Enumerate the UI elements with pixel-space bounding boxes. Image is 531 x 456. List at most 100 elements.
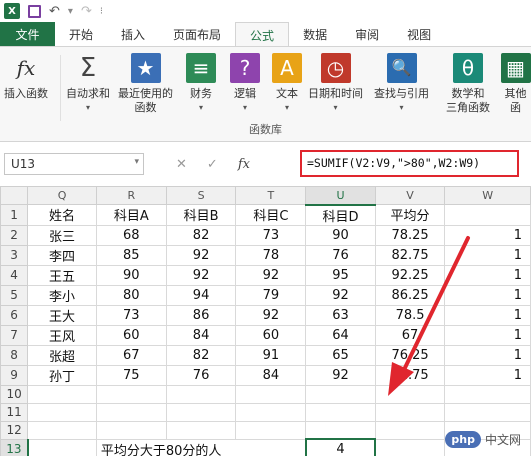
cell-q12[interactable] [27, 420, 97, 440]
row-header-13[interactable]: 13 [0, 438, 29, 456]
cell-s9[interactable]: 76 [165, 364, 237, 386]
cell-r11[interactable] [95, 402, 167, 422]
cell-v9[interactable]: 81.75 [374, 364, 446, 386]
more-functions-button[interactable]: ▦ 其他函 [500, 53, 531, 115]
cell-u13[interactable]: 4 [304, 438, 377, 456]
cell-u8[interactable]: 65 [305, 344, 376, 366]
cell-v11[interactable] [374, 402, 446, 422]
cell-t6[interactable]: 92 [235, 304, 307, 326]
cell-q1[interactable]: 姓名 [27, 204, 97, 226]
cell-t7[interactable]: 60 [235, 324, 307, 346]
row-header-4[interactable]: 4 [0, 264, 29, 286]
column-header-q[interactable]: Q [27, 186, 97, 205]
cell-r8[interactable]: 67 [95, 344, 167, 366]
cell-t5[interactable]: 79 [235, 284, 307, 306]
formula-input[interactable]: =SUMIF(V2:V9,">80",W2:W9) [300, 150, 519, 177]
cell-v1[interactable]: 平均分 [374, 204, 446, 226]
cell-r9[interactable]: 75 [95, 364, 167, 386]
cell-u7[interactable]: 64 [305, 324, 376, 346]
cell-t1[interactable]: 科目C [235, 204, 307, 226]
cell-s8[interactable]: 82 [165, 344, 237, 366]
tab-formulas[interactable]: 公式 [235, 22, 290, 47]
cell-u2[interactable]: 90 [305, 224, 376, 246]
cell-s12[interactable] [165, 420, 237, 440]
cell-v2[interactable]: 78.25 [374, 224, 446, 246]
undo-icon[interactable]: ↶ [49, 4, 60, 19]
column-header-u[interactable]: U [305, 186, 376, 206]
column-header-s[interactable]: S [165, 186, 237, 205]
tab-review[interactable]: 审阅 [341, 22, 393, 46]
cell-r6[interactable]: 73 [95, 304, 167, 326]
cell-r7[interactable]: 60 [95, 324, 167, 346]
cell-q4[interactable]: 王五 [27, 264, 97, 286]
chevron-down-icon[interactable]: ▾ [134, 157, 139, 167]
cell-s4[interactable]: 92 [165, 264, 237, 286]
text-button[interactable]: A 文本 ▾ [272, 53, 302, 115]
cell-w5[interactable]: 1 [444, 284, 531, 306]
tab-file[interactable]: 文件 [0, 22, 55, 46]
row-header-2[interactable]: 2 [0, 224, 29, 246]
cell-t11[interactable] [235, 402, 307, 422]
cell-s10[interactable] [165, 384, 237, 404]
column-header-v[interactable]: V [374, 186, 446, 205]
cell-t2[interactable]: 73 [235, 224, 307, 246]
cell-s6[interactable]: 86 [165, 304, 237, 326]
cell-w2[interactable]: 1 [444, 224, 531, 246]
row-header-6[interactable]: 6 [0, 304, 29, 326]
cell-u11[interactable] [305, 402, 376, 422]
cell-u3[interactable]: 76 [305, 244, 376, 266]
cell-w10[interactable] [444, 384, 531, 404]
cell-v8[interactable]: 76.25 [374, 344, 446, 366]
recent-functions-button[interactable]: ★ 最近使用的 函数 [118, 53, 173, 115]
cell-w3[interactable]: 1 [444, 244, 531, 266]
cell-w8[interactable]: 1 [444, 344, 531, 366]
row-header-12[interactable]: 12 [0, 420, 29, 440]
tab-insert[interactable]: 插入 [107, 22, 159, 46]
cell-v10[interactable] [374, 384, 446, 404]
cell-t4[interactable]: 92 [235, 264, 307, 286]
undo-dropdown-icon[interactable]: ▾ [68, 6, 73, 17]
redo-icon[interactable]: ↷ [81, 4, 92, 19]
cancel-icon[interactable]: ✕ [176, 157, 187, 172]
column-header-w[interactable]: W [444, 186, 531, 205]
row-header-8[interactable]: 8 [0, 344, 29, 366]
save-icon[interactable] [28, 4, 41, 18]
cell-r1[interactable]: 科目A [95, 204, 167, 226]
row-header-3[interactable]: 3 [0, 244, 29, 266]
cell-r12[interactable] [95, 420, 167, 440]
cell-u12[interactable] [305, 420, 376, 440]
date-time-button[interactable]: ◷ 日期和时间 ▾ [308, 53, 363, 115]
cell-t12[interactable] [235, 420, 307, 440]
cell-r13[interactable]: 平均分大于80分的人 [95, 438, 307, 456]
enter-icon[interactable]: ✓ [207, 157, 218, 172]
cell-v3[interactable]: 82.75 [374, 244, 446, 266]
column-header-t[interactable]: T [235, 186, 307, 205]
cell-q6[interactable]: 王大 [27, 304, 97, 326]
financial-button[interactable]: ≡ 财务 ▾ [186, 53, 216, 115]
column-header-r[interactable]: R [95, 186, 167, 205]
tab-home[interactable]: 开始 [55, 22, 107, 46]
cell-w1[interactable] [444, 204, 531, 226]
cell-s1[interactable]: 科目B [165, 204, 237, 226]
row-header-10[interactable]: 10 [0, 384, 29, 404]
cell-t9[interactable]: 84 [235, 364, 307, 386]
logical-button[interactable]: ? 逻辑 ▾ [230, 53, 260, 115]
tab-view[interactable]: 视图 [393, 22, 445, 46]
cell-q2[interactable]: 张三 [27, 224, 97, 246]
cell-s2[interactable]: 82 [165, 224, 237, 246]
row-header-9[interactable]: 9 [0, 364, 29, 386]
cell-u9[interactable]: 92 [305, 364, 376, 386]
cell-u4[interactable]: 95 [305, 264, 376, 286]
autosum-button[interactable]: Σ 自动求和 ▾ [66, 53, 110, 115]
cell-r5[interactable]: 80 [95, 284, 167, 306]
cell-q13[interactable] [27, 438, 97, 456]
cell-w11[interactable] [444, 402, 531, 422]
insert-function-button[interactable]: fx 插入函数 [4, 53, 48, 101]
insert-function-icon[interactable]: fx [238, 157, 250, 172]
cell-v12[interactable] [374, 420, 446, 440]
row-header-7[interactable]: 7 [0, 324, 29, 346]
row-header-5[interactable]: 5 [0, 284, 29, 306]
cell-v5[interactable]: 86.25 [374, 284, 446, 306]
row-header-1[interactable]: 1 [0, 204, 29, 226]
math-trig-button[interactable]: θ 数学和 三角函数 [446, 53, 490, 115]
